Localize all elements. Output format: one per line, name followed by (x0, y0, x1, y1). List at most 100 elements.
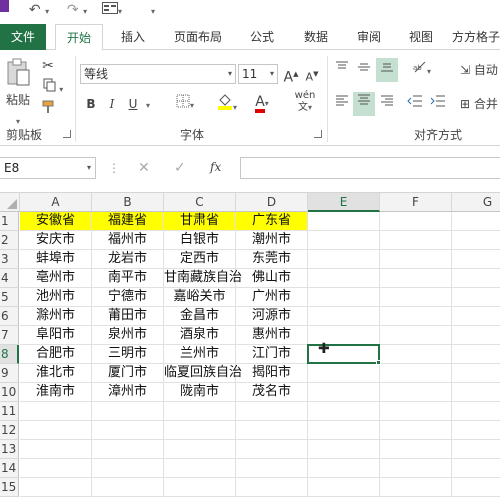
cell-g12[interactable] (452, 421, 500, 440)
cell-b14[interactable] (92, 459, 164, 478)
column-header-f[interactable]: F (380, 193, 452, 212)
cell-d9[interactable]: 揭阳市 (236, 364, 308, 383)
cell-e2[interactable] (308, 231, 380, 250)
cell-d3[interactable]: 东莞市 (236, 250, 308, 269)
cell-b9[interactable]: 厦门市 (92, 364, 164, 383)
cell-a11[interactable] (20, 402, 92, 421)
cell-c12[interactable] (164, 421, 236, 440)
increase-indent-icon[interactable] (428, 94, 448, 114)
cell-e9[interactable] (308, 364, 380, 383)
cell-f14[interactable] (380, 459, 452, 478)
cell-e12[interactable] (308, 421, 380, 440)
cell-e13[interactable] (308, 440, 380, 459)
cell-a7[interactable]: 阜阳市 (20, 326, 92, 345)
cell-b3[interactable]: 龙岩市 (92, 250, 164, 269)
tab-square-grid[interactable]: 方方格子 (452, 24, 500, 50)
name-box[interactable]: E8 ▾ (0, 157, 96, 179)
font-name-select[interactable]: 等线 ▾ (80, 64, 236, 84)
align-top-icon[interactable] (332, 60, 352, 80)
cell-d2[interactable]: 潮州市 (236, 231, 308, 250)
cell-b7[interactable]: 泉州市 (92, 326, 164, 345)
row-header-13[interactable]: 13 (0, 440, 19, 459)
cell-f6[interactable] (380, 307, 452, 326)
cell-c15[interactable] (164, 478, 236, 497)
cell-g15[interactable] (452, 478, 500, 497)
cell-a13[interactable] (20, 440, 92, 459)
column-header-b[interactable]: B (92, 193, 164, 212)
cell-d12[interactable] (236, 421, 308, 440)
cell-g3[interactable] (452, 250, 500, 269)
cell-a1[interactable]: 安徽省 (20, 212, 92, 231)
cell-c8[interactable]: 兰州市 (164, 345, 236, 364)
row-header-1[interactable]: 1 (0, 212, 19, 231)
cell-c10[interactable]: 陇南市 (164, 383, 236, 402)
bold-button[interactable]: B (83, 94, 99, 114)
cell-c7[interactable]: 酒泉市 (164, 326, 236, 345)
align-middle-icon[interactable] (354, 60, 374, 80)
copy-icon[interactable]: ▾ (38, 78, 68, 98)
cell-b6[interactable]: 莆田市 (92, 307, 164, 326)
cell-b13[interactable] (92, 440, 164, 459)
cell-g5[interactable] (452, 288, 500, 307)
cell-f15[interactable] (380, 478, 452, 497)
cell-c3[interactable]: 定西市 (164, 250, 236, 269)
cell-f8[interactable] (380, 345, 452, 364)
cell-a9[interactable]: 淮北市 (20, 364, 92, 383)
cell-e4[interactable] (308, 269, 380, 288)
row-header-11[interactable]: 11 (0, 402, 19, 421)
cell-a3[interactable]: 蚌埠市 (20, 250, 92, 269)
cell-f2[interactable] (380, 231, 452, 250)
cell-f5[interactable] (380, 288, 452, 307)
cell-c2[interactable]: 白银市 (164, 231, 236, 250)
row-header-4[interactable]: 4 (0, 269, 19, 288)
cell-e1[interactable] (308, 212, 380, 231)
cell-c6[interactable]: 金昌市 (164, 307, 236, 326)
wrap-text-button[interactable]: ⇲ 自动 (460, 60, 500, 80)
align-right-icon[interactable] (377, 94, 397, 114)
cell-g11[interactable] (452, 402, 500, 421)
shrink-font-button[interactable]: A▼ (303, 64, 321, 84)
cell-c5[interactable]: 嘉峪关市 (164, 288, 236, 307)
fill-color-button[interactable]: ▾ (212, 92, 242, 112)
cell-g4[interactable] (452, 269, 500, 288)
undo-icon[interactable]: ↶ ▾ (26, 0, 52, 20)
cell-a14[interactable] (20, 459, 92, 478)
cell-b12[interactable] (92, 421, 164, 440)
cell-g9[interactable] (452, 364, 500, 383)
cell-e5[interactable] (308, 288, 380, 307)
row-header-8[interactable]: 8 (0, 345, 19, 364)
cell-d15[interactable] (236, 478, 308, 497)
align-center-icon[interactable] (353, 92, 375, 116)
cell-c13[interactable] (164, 440, 236, 459)
cell-d13[interactable] (236, 440, 308, 459)
cell-f10[interactable] (380, 383, 452, 402)
cell-d11[interactable] (236, 402, 308, 421)
cell-b5[interactable]: 宁德市 (92, 288, 164, 307)
cell-d5[interactable]: 广州市 (236, 288, 308, 307)
fill-handle[interactable] (376, 360, 381, 365)
cell-f11[interactable] (380, 402, 452, 421)
paste-button[interactable]: 粘贴 ▾ (2, 90, 34, 126)
tab-file[interactable]: 文件 (0, 24, 46, 50)
cell-b2[interactable]: 福州市 (92, 231, 164, 250)
grow-font-button[interactable]: A▲ (282, 64, 300, 86)
cell-b4[interactable]: 南平市 (92, 269, 164, 288)
row-header-10[interactable]: 10 (0, 383, 19, 402)
cell-d6[interactable]: 河源市 (236, 307, 308, 326)
row-header-7[interactable]: 7 (0, 326, 19, 345)
cell-e10[interactable] (308, 383, 380, 402)
italic-button[interactable]: I (104, 94, 120, 114)
row-header-9[interactable]: 9 (0, 364, 19, 383)
cell-a8[interactable]: 合肥市 (20, 345, 92, 364)
row-header-5[interactable]: 5 (0, 288, 19, 307)
cell-b8[interactable]: 三明市 (92, 345, 164, 364)
font-launcher-icon[interactable] (314, 130, 322, 138)
column-header-c[interactable]: C (164, 193, 236, 212)
tab-insert[interactable]: 插入 (113, 24, 153, 50)
underline-button[interactable]: U (125, 94, 141, 114)
row-header-15[interactable]: 15 (0, 478, 19, 497)
cell-e3[interactable] (308, 250, 380, 269)
cell-a15[interactable] (20, 478, 92, 497)
font-color-button[interactable]: A▾ (248, 92, 276, 113)
cell-f13[interactable] (380, 440, 452, 459)
